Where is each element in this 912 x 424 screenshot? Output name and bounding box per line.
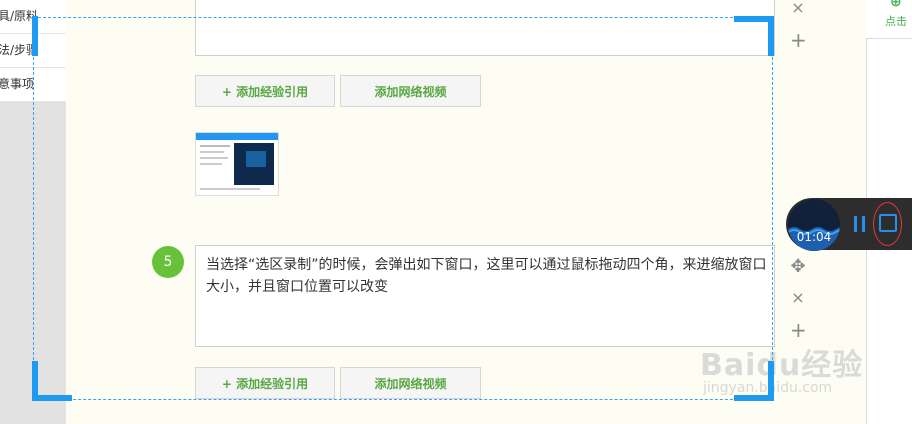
bottom-right-resize-handle-vertical[interactable] bbox=[768, 361, 774, 401]
pause-button[interactable] bbox=[854, 216, 868, 232]
close-step-icon[interactable]: × bbox=[790, 288, 806, 307]
add-step-icon[interactable]: + bbox=[790, 318, 807, 342]
right-panel-header[interactable]: ⊕ 点击 bbox=[866, 0, 912, 39]
top-left-resize-handle[interactable] bbox=[32, 16, 38, 56]
close-step-icon[interactable]: × bbox=[790, 0, 806, 17]
pause-icon bbox=[854, 216, 857, 232]
recording-timer: 01:04 bbox=[796, 230, 832, 244]
move-step-icon[interactable]: ✥ bbox=[790, 256, 806, 277]
add-step-icon[interactable]: + bbox=[790, 28, 807, 52]
bottom-left-resize-handle-horizontal[interactable] bbox=[32, 395, 72, 401]
plus-icon: ⊕ bbox=[890, 0, 902, 10]
recording-selection-frame[interactable] bbox=[32, 16, 774, 401]
pause-icon-bar bbox=[862, 216, 865, 232]
right-panel-label: 点击 bbox=[885, 15, 907, 28]
top-right-resize-handle-vertical[interactable] bbox=[768, 16, 774, 56]
highlight-annotation-circle bbox=[873, 202, 902, 246]
